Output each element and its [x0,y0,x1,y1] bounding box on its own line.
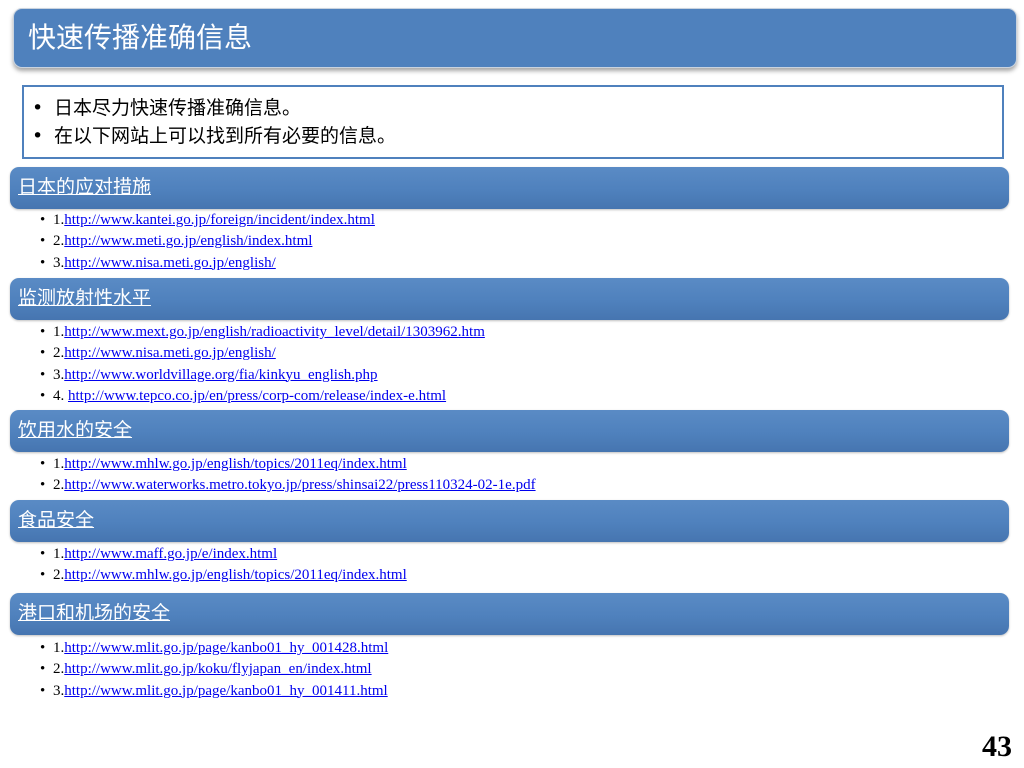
url-link[interactable]: http://www.mext.go.jp/english/radioactiv… [64,324,485,340]
bullet-icon: • [40,567,46,584]
section-label[interactable]: 食品安全 [18,507,94,533]
page-number: 43 [982,730,1012,763]
section-label[interactable]: 日本的应对措施 [18,174,151,200]
url-link[interactable]: http://www.mhlw.go.jp/english/topics/201… [64,567,406,583]
url-link[interactable]: http://www.worldvillage.org/fia/kinkyu_e… [64,367,377,383]
url-link[interactable]: http://www.maff.go.jp/e/index.html [64,546,277,562]
section-label[interactable]: 港口和机场的安全 [18,600,170,626]
list-item: • 1.http://www.mlit.go.jp/page/kanbo01_hy… [40,638,388,659]
link-list-port-airport-safety: • 1.http://www.mlit.go.jp/page/kanbo01_hy… [40,638,388,702]
list-item: • 3.http://www.worldvillage.org/fia/kinky… [40,365,485,386]
list-item: • 1.http://www.kantei.go.jp/foreign/incid… [40,210,375,231]
list-item: • 2.http://www.mlit.go.jp/koku/flyjapan_e… [40,659,388,680]
bullet-icon: • [40,546,46,562]
list-item: • 2.http://www.waterworks.metro.tokyo.jp/… [40,475,536,496]
section-header-port-airport-safety[interactable]: 港口和机场的安全 [10,593,1009,635]
bullet-icon: • [40,640,46,656]
list-item: • 1.http://www.maff.go.jp/e/index.html [40,544,407,565]
bullet-icon: • [40,477,46,494]
bullet-icon: • [40,212,46,228]
url-link[interactable]: http://www.mlit.go.jp/koku/flyjapan_en/i… [64,661,371,677]
bullet-icon: • [40,345,46,362]
link-list-japan-response: • 1.http://www.kantei.go.jp/foreign/incid… [40,210,375,274]
url-link[interactable]: http://www.mlit.go.jp/page/kanbo01_hy_00… [64,683,387,699]
section-header-japan-response[interactable]: 日本的应对措施 [10,167,1009,209]
list-item: • 1.http://www.mext.go.jp/english/radioac… [40,322,485,343]
page-title: 快速传播准确信息 [28,21,253,54]
url-link[interactable]: http://www.kantei.go.jp/foreign/incident… [64,212,375,228]
bullet-icon: • [40,366,46,383]
url-link[interactable]: http://www.mlit.go.jp/page/kanbo01_hy_00… [64,640,388,656]
section-header-food-safety[interactable]: 食品安全 [10,500,1009,542]
bullet-icon: • [40,324,46,340]
bullet-icon: • [40,661,46,678]
intro-item: • 日本尽力快速传播准确信息。 [24,94,1002,122]
intro-text: 在以下网站上可以找到所有必要的信息。 [54,125,397,147]
url-link[interactable]: http://www.nisa.meti.go.jp/english/ [64,345,276,361]
title-bar: 快速传播准确信息 [13,8,1017,81]
bullet-icon: • [40,682,46,699]
list-item: • 2.http://www.mhlw.go.jp/english/topics/… [40,565,407,586]
bullet-icon: • [40,456,46,472]
section-label[interactable]: 饮用水的安全 [18,417,132,443]
list-item: • 3.http://www.mlit.go.jp/page/kanbo01_hy… [40,681,388,702]
list-item: • 3.http://www.nisa.meti.go.jp/english/ [40,253,375,274]
bullet-icon: • [32,97,44,119]
url-link[interactable]: http://www.meti.go.jp/english/index.html [64,233,312,249]
list-item: • 4. http://www.tepco.co.jp/en/press/corp… [40,386,485,407]
intro-list: • 日本尽力快速传播准确信息。 • 在以下网站上可以找到所有必要的信息。 [24,94,1002,150]
url-link[interactable]: http://www.mhlw.go.jp/english/topics/201… [64,456,406,472]
bullet-icon: • [40,233,46,250]
title-bar-shadow [999,41,1017,81]
section-header-radiation-monitoring[interactable]: 监测放射性水平 [10,278,1009,320]
list-item: • 2.http://www.meti.go.jp/english/index.h… [40,231,375,252]
link-list-food-safety: • 1.http://www.maff.go.jp/e/index.html • 2… [40,544,407,587]
section-header-drinking-water[interactable]: 饮用水的安全 [10,410,1009,452]
url-link[interactable]: http://www.nisa.meti.go.jp/english/ [64,255,276,271]
bullet-icon: • [40,387,46,404]
list-item: • 2.http://www.nisa.meti.go.jp/english/ [40,343,485,364]
intro-item: • 在以下网站上可以找到所有必要的信息。 [24,122,1002,150]
bullet-icon: • [32,125,44,147]
section-label[interactable]: 监测放射性水平 [18,285,151,311]
bullet-icon: • [40,254,46,271]
url-link[interactable]: http://www.tepco.co.jp/en/press/corp-com… [68,388,446,404]
link-list-radiation-monitoring: • 1.http://www.mext.go.jp/english/radioac… [40,322,485,407]
link-list-drinking-water: • 1.http://www.mhlw.go.jp/english/topics/… [40,454,536,497]
intro-text: 日本尽力快速传播准确信息。 [54,97,302,119]
list-item: • 1.http://www.mhlw.go.jp/english/topics/… [40,454,536,475]
url-link[interactable]: http://www.waterworks.metro.tokyo.jp/pre… [64,477,535,493]
intro-box: • 日本尽力快速传播准确信息。 • 在以下网站上可以找到所有必要的信息。 [22,85,1004,159]
